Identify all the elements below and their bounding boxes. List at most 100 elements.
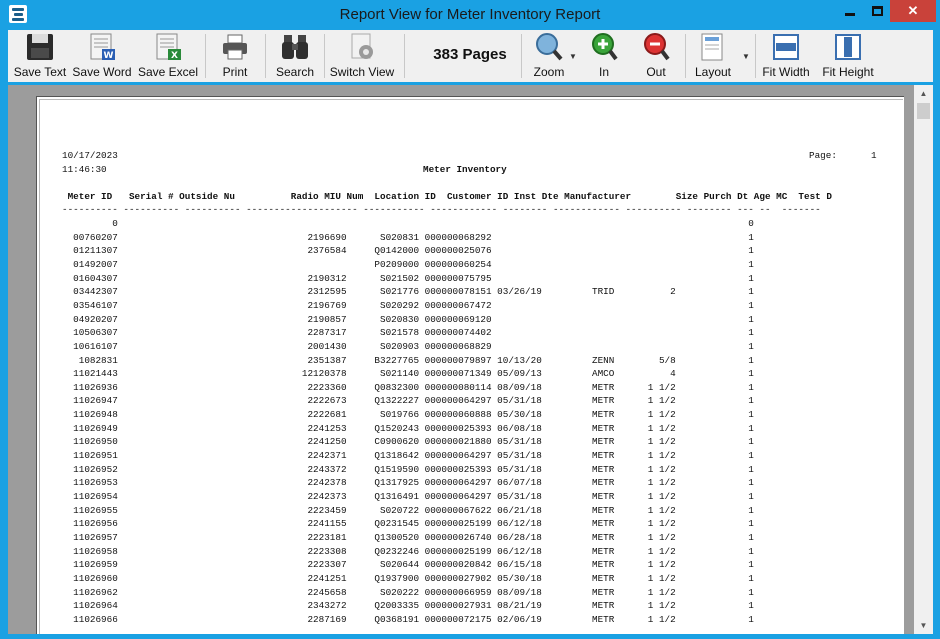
maximize-icon bbox=[871, 6, 883, 16]
page-number: 1 bbox=[871, 150, 877, 161]
save-text-label: Save Text bbox=[13, 65, 67, 79]
switch-view-button[interactable]: Switch View bbox=[328, 30, 396, 82]
report-row: 04920207 2190857 S020830 000000069120 1 bbox=[62, 313, 754, 325]
printer-icon bbox=[223, 34, 247, 60]
layout-button[interactable]: Layout bbox=[690, 30, 736, 82]
minimize-button[interactable] bbox=[836, 0, 864, 22]
excel-document-icon: X bbox=[156, 33, 181, 61]
report-row: 11026954 2242373 Q1316491 000000064297 0… bbox=[62, 491, 754, 502]
toolbar-separator bbox=[521, 34, 522, 78]
report-row: 11026951 2242371 Q1318642 000000064297 0… bbox=[62, 450, 754, 462]
fit-width-icon bbox=[773, 34, 799, 60]
report-viewer[interactable]: 10/17/2023 11:46:30 Meter Inventory Page… bbox=[8, 85, 933, 634]
report-row: 01604307 2190312 S021502 000000075795 1 bbox=[62, 272, 754, 284]
report-row: 11026947 2222673 Q1322227 000000064297 0… bbox=[62, 395, 754, 407]
title-bar[interactable]: Report View for Meter Inventory Report ✕ bbox=[0, 0, 940, 30]
save-word-button[interactable]: W Save Word bbox=[72, 30, 132, 82]
save-word-label: Save Word bbox=[72, 65, 132, 79]
gear-document-icon bbox=[351, 33, 373, 59]
report-title: Meter Inventory bbox=[423, 164, 507, 175]
fit-height-icon bbox=[835, 34, 861, 60]
zoom-out-button[interactable]: Out bbox=[636, 30, 676, 82]
search-label: Search bbox=[275, 65, 315, 79]
close-icon: ✕ bbox=[907, 3, 919, 18]
search-button[interactable]: Search bbox=[270, 30, 320, 82]
svg-text:X: X bbox=[171, 51, 178, 61]
report-row: 11026953 2242378 Q1317925 000000064297 0… bbox=[62, 477, 754, 489]
report-row: 0 0 bbox=[62, 218, 754, 229]
vertical-scrollbar[interactable]: ▲ ▼ bbox=[914, 85, 933, 634]
report-row: 11026948 2222681 S019766 000000060888 05… bbox=[62, 409, 754, 421]
header-underline: ---------- ---------- ---------- -------… bbox=[62, 204, 821, 215]
zoom-in-icon bbox=[592, 33, 618, 61]
report-row: 11026950 2241250 C0900620 000000021880 0… bbox=[62, 436, 754, 448]
scroll-up-icon[interactable]: ▲ bbox=[914, 85, 933, 102]
zoom-out-icon bbox=[644, 33, 670, 61]
report-row: 11026936 2223360 Q0832300 000000080114 0… bbox=[62, 381, 754, 393]
report-row: 03442307 2312595 S021776 000000078151 03… bbox=[62, 286, 754, 298]
toolbar-separator bbox=[324, 34, 325, 78]
report-date: 10/17/2023 bbox=[62, 150, 118, 161]
report-row: 11026957 2223181 Q1300520 000000026740 0… bbox=[62, 531, 754, 543]
zoom-dropdown-icon[interactable]: ▼ bbox=[569, 52, 577, 61]
zoom-in-label: In bbox=[598, 65, 609, 79]
floppy-disk-icon bbox=[27, 34, 53, 60]
save-excel-label: Save Excel bbox=[137, 65, 199, 79]
report-row: 11026958 2223308 Q0232246 000000025199 0… bbox=[62, 545, 754, 557]
magnifier-icon bbox=[536, 33, 563, 61]
scrollbar-thumb[interactable] bbox=[917, 103, 930, 119]
report-row: 11021443 12120378 S021140 000000071349 0… bbox=[62, 368, 754, 380]
toolbar-separator bbox=[265, 34, 266, 78]
fit-height-button[interactable]: Fit Height bbox=[818, 30, 878, 82]
window-title: Report View for Meter Inventory Report bbox=[339, 6, 601, 23]
zoom-out-label: Out bbox=[646, 65, 666, 79]
fit-width-label: Fit Width bbox=[762, 65, 810, 79]
report-row: 11026964 2343272 Q2003335 000000027931 0… bbox=[62, 600, 754, 612]
report-row: 11026959 2223307 S020644 000000020842 06… bbox=[62, 559, 754, 571]
zoom-in-button[interactable]: In bbox=[584, 30, 624, 82]
page-layout-icon bbox=[701, 33, 723, 61]
print-button[interactable]: Print bbox=[210, 30, 260, 82]
toolbar-separator bbox=[205, 34, 206, 78]
svg-text:W: W bbox=[104, 51, 114, 61]
zoom-label: Zoom bbox=[533, 65, 565, 79]
report-time: 11:46:30 bbox=[62, 164, 107, 175]
word-document-icon: W bbox=[90, 33, 115, 61]
close-button[interactable]: ✕ bbox=[890, 0, 936, 22]
report-row: 10506307 2287317 S021578 000000074402 1 bbox=[62, 327, 754, 339]
toolbar-separator bbox=[685, 34, 686, 78]
report-row: 11026955 2223459 S020722 000000067622 06… bbox=[62, 504, 754, 516]
report-row: 11026956 2241155 Q0231545 000000025199 0… bbox=[62, 518, 754, 530]
page-count: 383 Pages bbox=[433, 46, 507, 63]
report-row: 11026966 2287169 Q0368191 000000072175 0… bbox=[62, 613, 754, 625]
report-row: 11026960 2241251 Q1937900 000000027902 0… bbox=[62, 572, 754, 584]
app-window: Report View for Meter Inventory Report ✕… bbox=[0, 0, 940, 639]
save-text-button[interactable]: Save Text bbox=[10, 30, 70, 82]
report-row: 1082831 2351387 B3227765 000000079897 10… bbox=[62, 354, 754, 366]
fit-height-label: Fit Height bbox=[822, 65, 874, 79]
binoculars-icon bbox=[282, 35, 308, 59]
minimize-icon bbox=[845, 12, 855, 16]
report-row: 11026962 2245658 S020222 000000066959 08… bbox=[62, 586, 754, 598]
report-row: 01211307 2376584 Q0142000 000000025076 1 bbox=[62, 245, 754, 257]
layout-label: Layout bbox=[694, 65, 732, 79]
layout-dropdown-icon[interactable]: ▼ bbox=[742, 52, 750, 61]
save-excel-button[interactable]: X Save Excel bbox=[136, 30, 200, 82]
toolbar: Save Text W Save Word X Save Excel Print… bbox=[8, 30, 933, 82]
report-row: 03546107 2196769 S020292 000000067472 1 bbox=[62, 299, 754, 311]
report-row: 00760207 2196690 S020831 000000068292 1 bbox=[62, 231, 754, 243]
report-row: 10616107 2001430 S020903 000000068829 1 bbox=[62, 340, 754, 352]
toolbar-separator bbox=[755, 34, 756, 78]
column-headers: Meter ID Serial # Outside Nu Radio MIU N… bbox=[62, 191, 832, 202]
fit-width-button[interactable]: Fit Width bbox=[760, 30, 812, 82]
report-row: 01492007 P0209000 000000060254 1 bbox=[62, 258, 754, 270]
page-label: Page: bbox=[809, 150, 837, 161]
zoom-button[interactable]: Zoom bbox=[526, 30, 572, 82]
report-page: 10/17/2023 11:46:30 Meter Inventory Page… bbox=[36, 96, 904, 634]
report-row: 11026952 2243372 Q1519590 000000025393 0… bbox=[62, 463, 754, 475]
scroll-down-icon[interactable]: ▼ bbox=[914, 617, 933, 634]
maximize-button[interactable] bbox=[864, 0, 890, 22]
print-label: Print bbox=[222, 65, 248, 79]
toolbar-separator bbox=[404, 34, 405, 78]
report-row: 11026949 2241253 Q1520243 000000025393 0… bbox=[62, 422, 754, 434]
